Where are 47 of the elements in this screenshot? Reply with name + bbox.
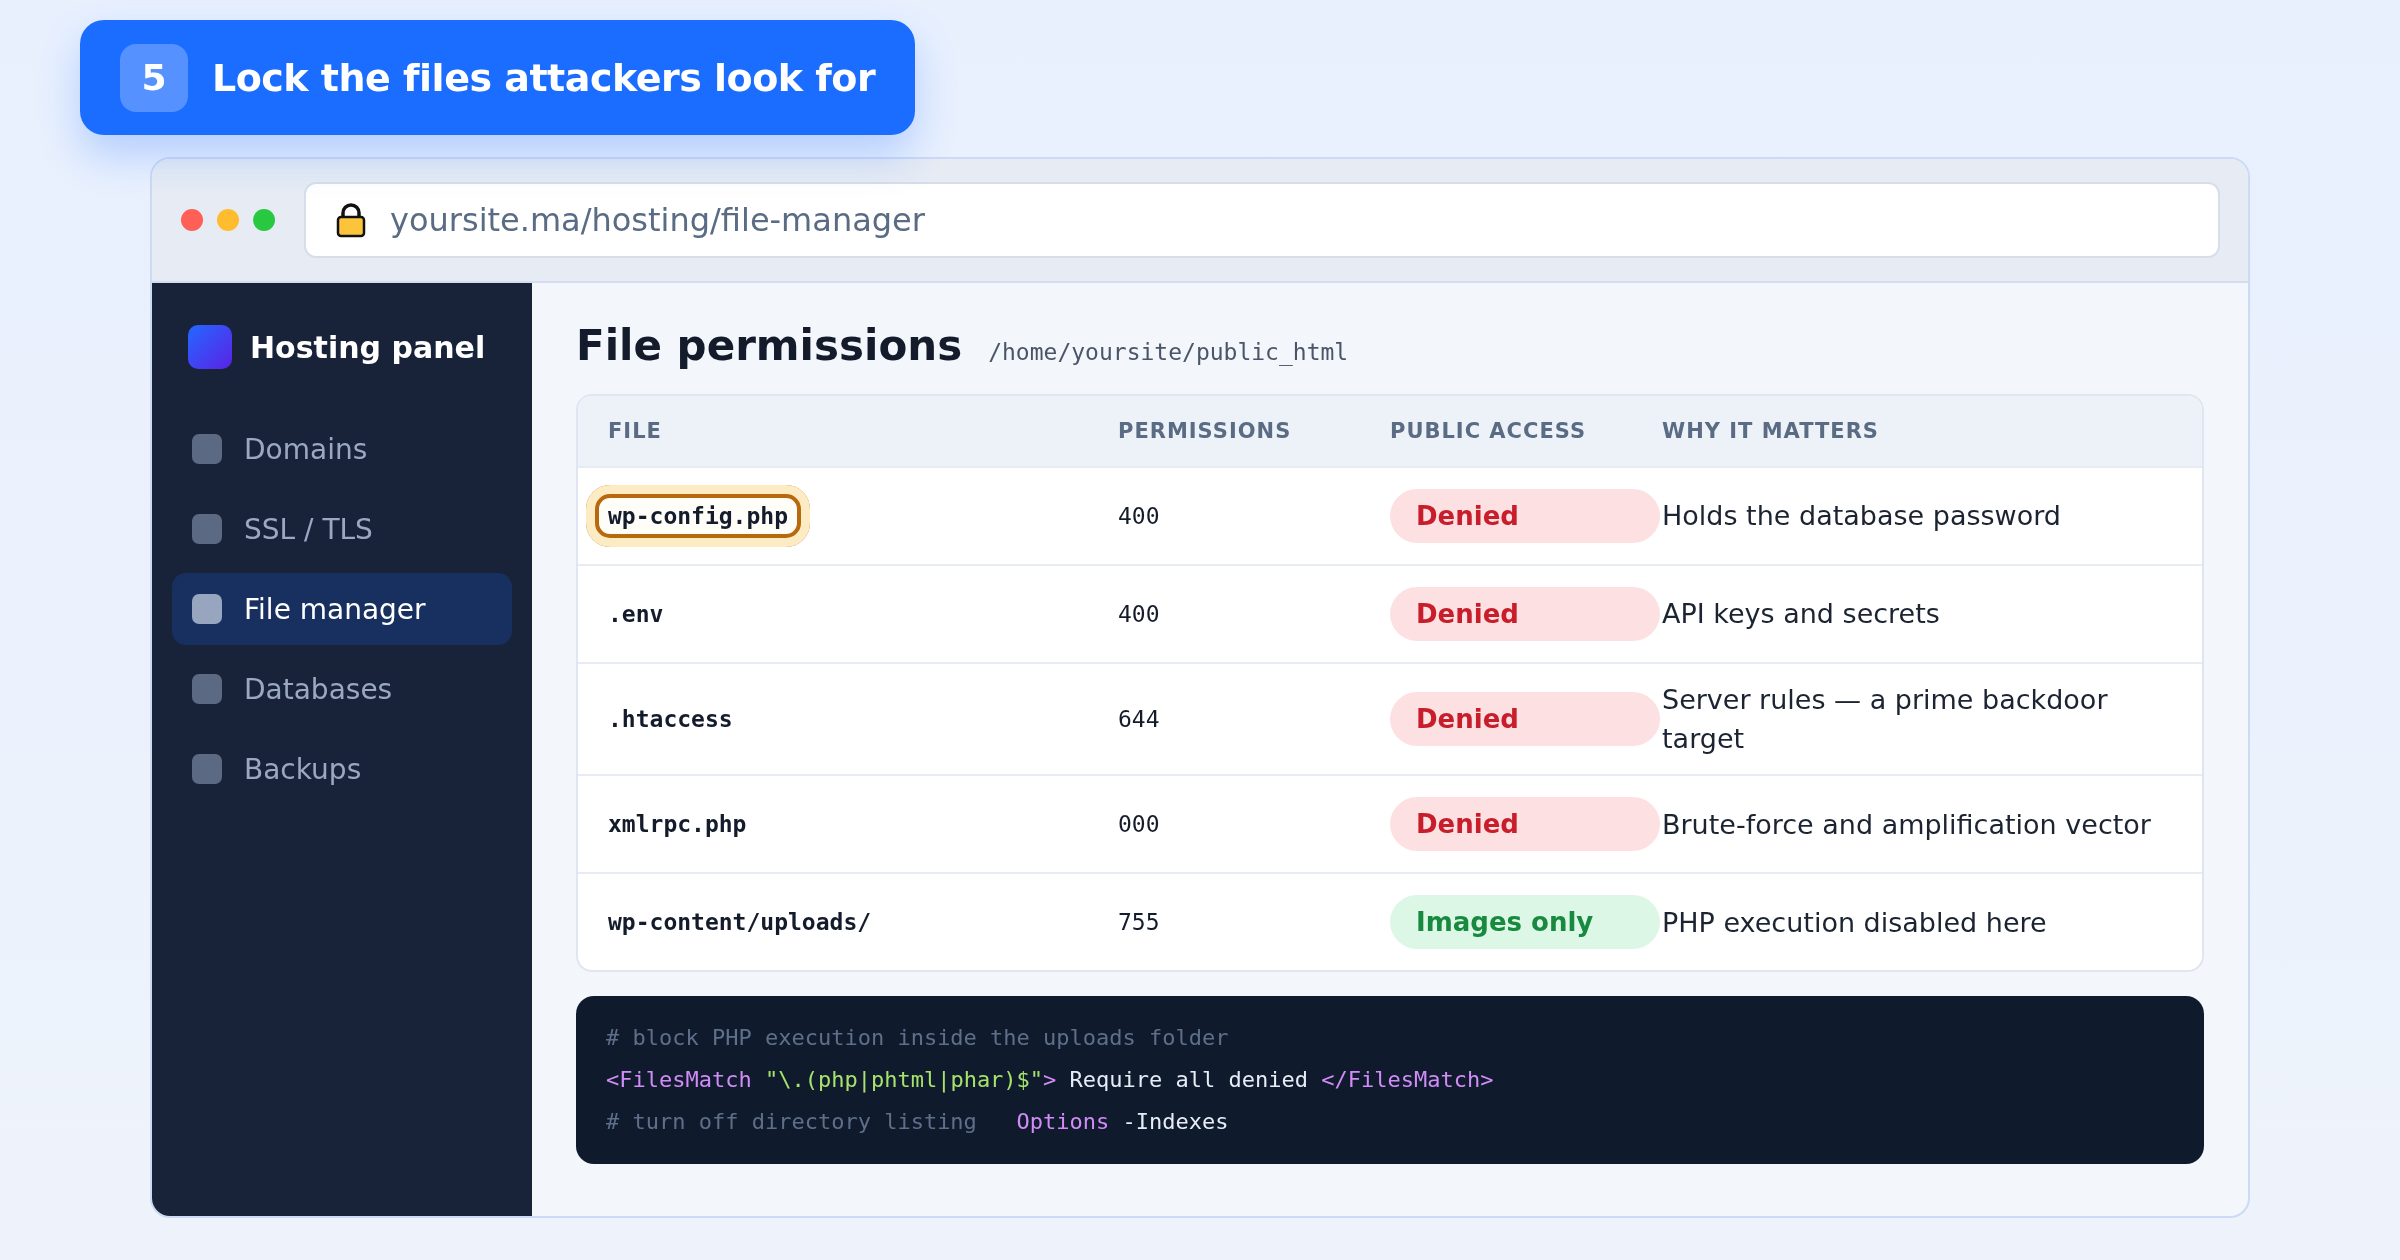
square-icon xyxy=(192,434,222,464)
sidebar-item[interactable]: Domains xyxy=(172,413,512,485)
permission-code: 400 xyxy=(1118,503,1161,529)
page-title: File permissions xyxy=(576,321,963,370)
url-text: yoursite.ma/hosting/file-manager xyxy=(390,201,925,239)
square-icon xyxy=(192,514,222,544)
folder-path: /home/yoursite/public_html xyxy=(988,339,1349,365)
brand-name: Hosting panel xyxy=(250,329,486,365)
permission-code: 400 xyxy=(1118,601,1161,627)
square-icon xyxy=(192,594,222,624)
column-header: FILE xyxy=(608,419,663,443)
permission-code: 755 xyxy=(1118,909,1161,936)
code-line: <FilesMatch "\.(php|phtml|phar)$"> Require all denied </FilesMatch> xyxy=(606,1066,1495,1095)
brand-logo-icon xyxy=(188,325,232,369)
step-title: Lock the files attackers look for xyxy=(212,55,876,100)
step-number: 5 xyxy=(120,43,188,112)
address-bar[interactable]: yoursite.ma/hosting/file-manager xyxy=(304,182,2220,258)
access-tag: Denied xyxy=(1390,587,1660,641)
permission-code: 000 xyxy=(1118,811,1161,838)
access-tag: Denied xyxy=(1390,692,1660,747)
file-name: wp-content/uploads/ xyxy=(608,909,872,936)
code-line: # turn off directory listing Options -Indexes xyxy=(606,1108,1230,1137)
access-tag: Denied xyxy=(1390,489,1660,543)
column-header: WHY IT MATTERS xyxy=(1662,419,1880,443)
file-name: .htaccess xyxy=(608,706,733,733)
sidebar-item[interactable]: File manager xyxy=(172,573,512,645)
sidebar-item[interactable]: SSL / TLS xyxy=(172,493,512,565)
reason-text: Brute-force and amplification vector xyxy=(1662,807,2152,842)
square-icon xyxy=(192,754,222,784)
reason-text: API keys and secrets xyxy=(1662,597,1941,632)
window-controls-icon[interactable] xyxy=(180,208,276,232)
reason-text: PHP execution disabled here xyxy=(1662,905,2048,940)
reason-text: Server rules — a prime backdoor target xyxy=(1662,683,2109,757)
file-name: wp-config.php xyxy=(586,485,810,547)
column-header: PUBLIC ACCESS xyxy=(1390,419,1588,443)
padlock-icon xyxy=(336,202,366,238)
sidebar-item[interactable]: Databases xyxy=(172,653,512,725)
reason-text: Holds the database password xyxy=(1662,499,2062,534)
code-line: # block PHP execution inside the uploads folder xyxy=(606,1024,1230,1053)
sidebar-item[interactable]: Backups xyxy=(172,733,512,805)
column-header: PERMISSIONS xyxy=(1118,419,1293,443)
file-name: xmlrpc.php xyxy=(608,811,747,838)
square-icon xyxy=(192,674,222,704)
access-tag: Denied xyxy=(1390,797,1660,852)
access-tag: Images only xyxy=(1390,895,1660,950)
file-name: .env xyxy=(608,601,664,627)
permission-code: 644 xyxy=(1118,706,1161,733)
